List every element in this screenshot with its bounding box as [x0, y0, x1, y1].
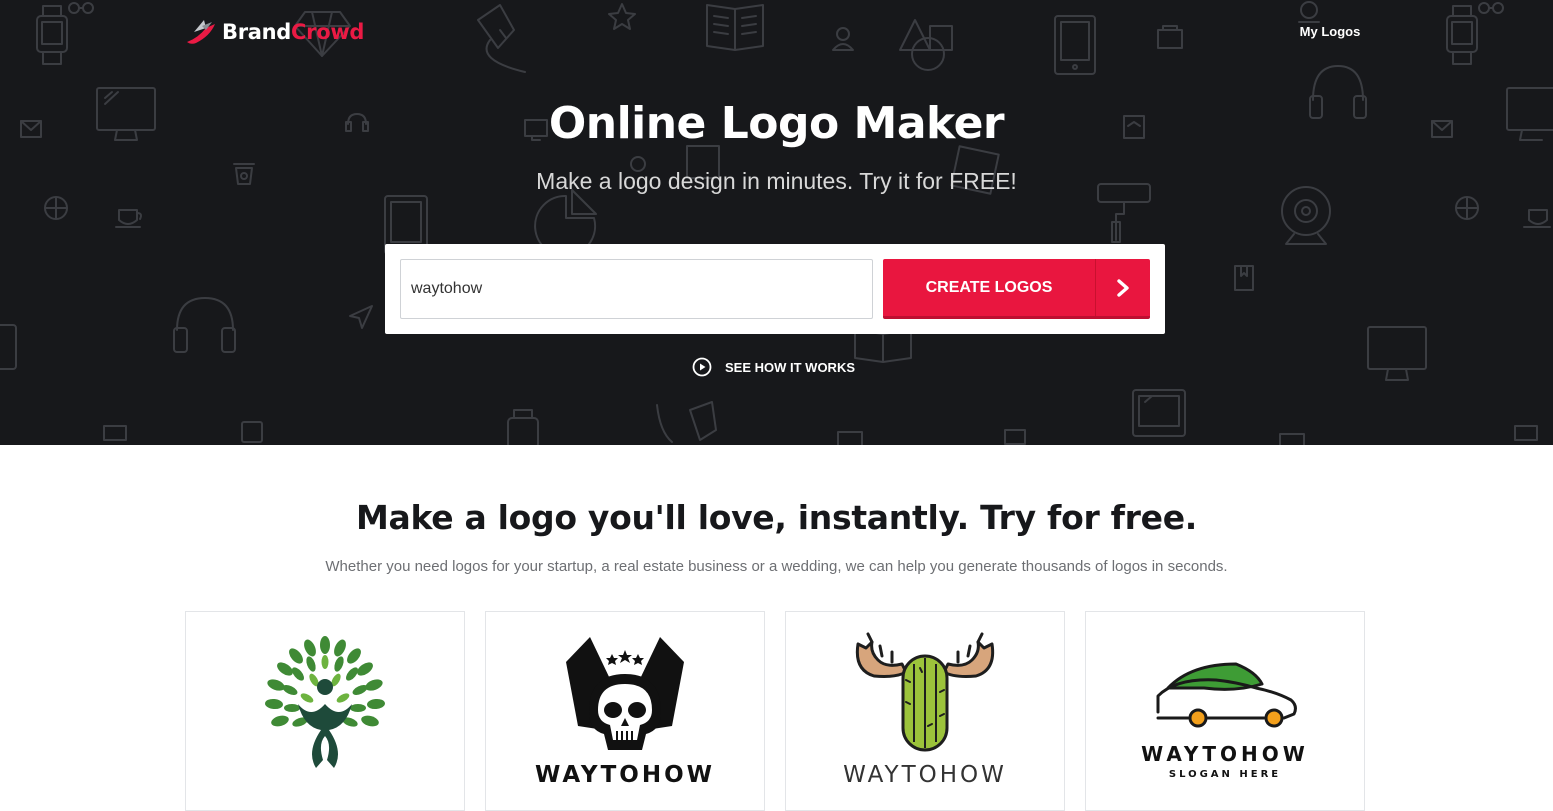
device-icon	[241, 421, 263, 443]
hero-subtitle: Make a logo design in minutes. Try it fo…	[536, 168, 1017, 194]
brand-name-part2: Crowd	[291, 20, 365, 44]
tree-person-icon	[265, 636, 385, 768]
monitor-icon	[1367, 326, 1427, 381]
smartwatch-icon	[507, 409, 539, 445]
pen-tool-icon	[656, 401, 717, 443]
briefcase-icon	[837, 431, 863, 445]
video-icon	[1279, 433, 1305, 445]
logo-card[interactable]: WAYTOHOW	[485, 611, 765, 811]
logo-card-slogan: SLOGAN HERE	[1168, 769, 1282, 780]
logo-card[interactable]	[185, 611, 465, 811]
car-icon	[1156, 662, 1297, 728]
phone-icon	[0, 324, 17, 370]
brand-name: BrandCrowd	[222, 20, 364, 44]
chevron-right-icon	[1096, 259, 1150, 316]
play-circle-icon	[692, 357, 712, 377]
background-icon-pattern	[0, 1, 1553, 445]
coffee-cup-icon	[115, 209, 142, 228]
logo-card[interactable]: WAYTOHOW SLOGAN HERE	[1085, 611, 1365, 811]
logo-search-form: CREATE LOGOS	[385, 244, 1165, 334]
device-icon	[1004, 429, 1026, 445]
retro-tv-icon	[1132, 389, 1186, 437]
top-navigation: BrandCrowd My Logos	[0, 0, 1553, 64]
hero-section: BrandCrowd My Logos Online Logo Maker Ma…	[0, 0, 1553, 445]
monitor-icon	[1514, 425, 1538, 441]
see-how-it-works-label: SEE HOW IT WORKS	[725, 359, 855, 375]
logo-card-name: WAYTOHOW	[1141, 742, 1309, 766]
coffee-cup-icon	[1523, 209, 1551, 228]
logo-card-name: WAYTOHOW	[534, 762, 715, 788]
create-logos-label: CREATE LOGOS	[925, 279, 1053, 296]
hero-title: Online Logo Maker	[548, 98, 1005, 149]
logo-card[interactable]: WAYTOHOW	[785, 611, 1065, 811]
monitor-icon	[103, 425, 127, 441]
brand-swoosh-icon	[187, 20, 215, 44]
send-icon	[349, 305, 373, 329]
brand-name-part1: Brand	[222, 20, 292, 44]
ball-icon	[1455, 196, 1479, 220]
my-logos-link[interactable]: My Logos	[1290, 24, 1370, 39]
section-title: Make a logo you'll love, instantly. Try …	[355, 498, 1198, 537]
webcam-icon	[1281, 186, 1331, 245]
brand-logo[interactable]: BrandCrowd	[184, 16, 364, 48]
create-logos-button[interactable]: CREATE LOGOS	[883, 259, 1150, 319]
logo-card-name: WAYTOHOW	[843, 762, 1007, 788]
bookmark-icon	[1234, 265, 1254, 291]
company-name-input[interactable]	[400, 259, 873, 319]
see-how-it-works-link[interactable]: SEE HOW IT WORKS	[692, 357, 855, 377]
book-icon	[854, 329, 912, 363]
ball-icon	[44, 196, 68, 220]
section-subtitle: Whether you need logos for your startup,…	[325, 558, 1228, 575]
headphones-icon	[173, 297, 236, 353]
